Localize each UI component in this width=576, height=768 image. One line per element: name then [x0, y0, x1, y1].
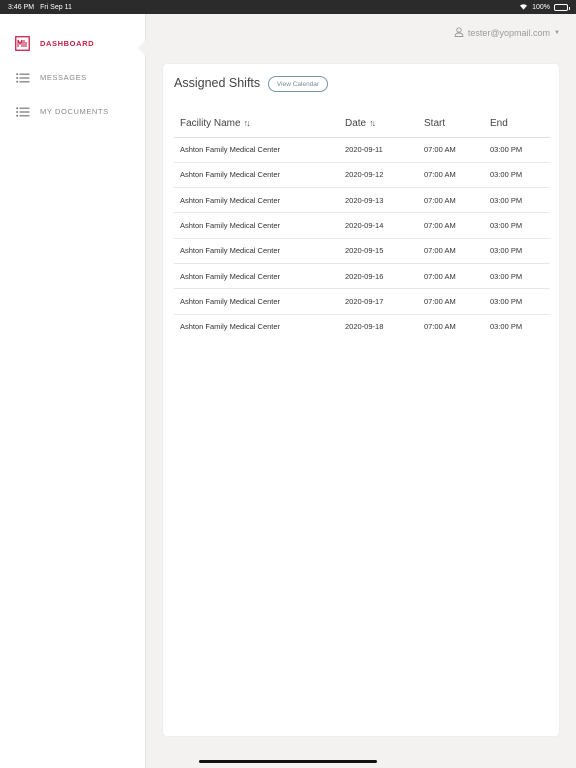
battery-percent: 100% — [532, 3, 550, 11]
table-row[interactable]: Ashton Family Medical Center 2020-09-17 07… — [174, 288, 550, 315]
active-indicator — [138, 39, 147, 57]
facility-cell: Ashton Family Medical Center — [174, 288, 339, 315]
table-row[interactable]: Ashton Family Medical Center 2020-09-11 07… — [174, 137, 550, 163]
date-cell: 2020-09-12 — [339, 162, 418, 189]
start-cell: 07:00 AM — [424, 322, 456, 332]
caret-down-icon: ▼ — [554, 30, 560, 36]
sort-icon[interactable]: ↑↓ — [244, 118, 251, 128]
column-header-facility[interactable]: Facility Name ↑↓ — [174, 110, 339, 138]
column-header-end: End — [484, 110, 550, 138]
start-cell: 07:00 AM — [418, 288, 484, 315]
table-row[interactable]: Ashton Family Medical Center 2020-09-18 07… — [174, 314, 550, 339]
start-cell: 07:00 AM — [418, 162, 484, 189]
sidebar-item-dashboard[interactable]: DASHBOARD — [15, 36, 94, 51]
page-title: Assigned Shifts — [174, 76, 261, 90]
shifts-table: Facility Name ↑↓ Date ↑↓ Start End Ashton … — [174, 110, 550, 339]
battery-icon — [554, 3, 570, 11]
wifi-icon — [519, 3, 528, 12]
start-cell: 07:00 AM — [418, 212, 484, 239]
end-cell: 03:00 PM — [490, 322, 523, 332]
facility-cell: Ashton Family Medical Center — [174, 162, 339, 189]
list-icon — [15, 104, 30, 119]
sidebar-item-label: DASHBOARD — [40, 39, 95, 48]
start-cell: 07:00 AM — [418, 187, 484, 214]
date-cell: 2020-09-13 — [339, 187, 418, 214]
table-row[interactable]: Ashton Family Medical Center 2020-09-14 07… — [174, 212, 550, 239]
start-cell: 07:00 AM — [418, 238, 484, 264]
table-row[interactable]: Ashton Family Medical Center 2020-09-12 07… — [174, 162, 550, 189]
sidebar-item-label: MESSAGES — [40, 73, 87, 82]
end-cell: 03:00 PM — [484, 137, 550, 163]
status-time: 3:46 PM — [8, 3, 35, 11]
table-row[interactable]: Ashton Family Medical Center 2020-09-13 07… — [174, 187, 550, 214]
status-bar: 3:46 PM Fri Sep 11 100% — [0, 0, 576, 14]
column-header-date[interactable]: Date ↑↓ — [339, 110, 418, 138]
start-cell: 07:00 AM — [418, 263, 484, 290]
user-email: tester@yopmail.com — [467, 28, 551, 38]
sidebar-item-messages[interactable]: MESSAGES — [15, 70, 87, 85]
date-cell: 2020-09-18 — [345, 322, 384, 332]
date-cell: 2020-09-14 — [339, 212, 418, 239]
end-cell: 03:00 PM — [484, 162, 550, 189]
table-row[interactable]: Ashton Family Medical Center 2020-09-15 07… — [174, 238, 550, 264]
table-row[interactable]: Ashton Family Medical Center 2020-09-16 07… — [174, 263, 550, 290]
date-cell: 2020-09-17 — [339, 288, 418, 315]
dashboard-logo-icon — [15, 36, 30, 51]
facility-cell: Ashton Family Medical Center — [180, 322, 281, 332]
facility-cell: Ashton Family Medical Center — [174, 137, 339, 163]
end-cell: 03:00 PM — [484, 288, 550, 315]
facility-cell: Ashton Family Medical Center — [174, 212, 339, 239]
date-cell: 2020-09-16 — [339, 263, 418, 290]
end-cell: 03:00 PM — [484, 212, 550, 239]
view-calendar-button[interactable]: View Calendar — [268, 76, 328, 92]
facility-cell: Ashton Family Medical Center — [174, 263, 339, 290]
home-indicator[interactable] — [199, 760, 377, 763]
status-date: Fri Sep 11 — [40, 3, 72, 11]
date-cell: 2020-09-15 — [339, 238, 418, 264]
end-cell: 03:00 PM — [484, 263, 550, 290]
start-cell: 07:00 AM — [418, 137, 484, 163]
sidebar: DASHBOARD MESSAGES MY DOCUMENTS — [0, 14, 147, 768]
date-cell: 2020-09-11 — [339, 137, 418, 163]
end-cell: 03:00 PM — [484, 187, 550, 214]
facility-cell: Ashton Family Medical Center — [174, 187, 339, 214]
user-icon — [454, 27, 464, 39]
column-header-start: Start — [418, 110, 484, 138]
sort-icon[interactable]: ↑↓ — [369, 118, 376, 128]
facility-cell: Ashton Family Medical Center — [174, 238, 339, 264]
column-label: Date — [345, 117, 367, 129]
sidebar-item-label: MY DOCUMENTS — [40, 107, 109, 116]
end-cell: 03:00 PM — [484, 238, 550, 264]
column-label: Facility Name — [180, 117, 241, 129]
sidebar-item-my-documents[interactable]: MY DOCUMENTS — [15, 104, 109, 119]
assigned-shifts-card: Assigned Shifts View Calendar Facility N… — [163, 64, 559, 736]
list-icon — [15, 70, 30, 85]
table-header-row: Facility Name ↑↓ Date ↑↓ Start End — [174, 110, 550, 138]
user-menu[interactable]: tester@yopmail.com ▼ — [454, 27, 560, 39]
